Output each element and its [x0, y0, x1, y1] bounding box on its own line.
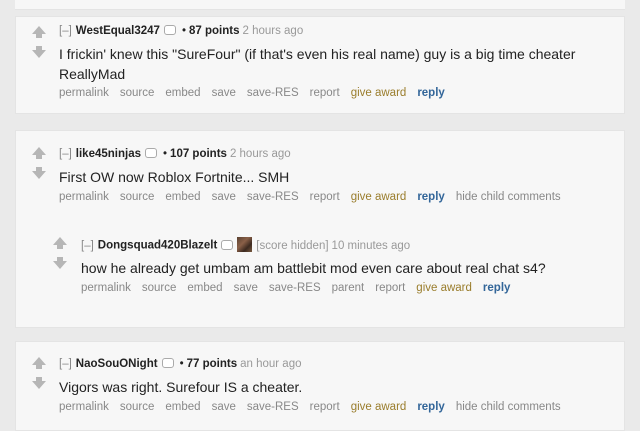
reply-link[interactable]: reply: [417, 191, 445, 203]
chat-bubble-icon[interactable]: [161, 357, 174, 368]
give-award-link[interactable]: give award: [351, 401, 407, 413]
chat-bubble-icon[interactable]: [145, 147, 158, 158]
save-link[interactable]: save: [212, 401, 236, 413]
downvote-arrow-icon[interactable]: [53, 257, 67, 269]
reply-link[interactable]: reply: [417, 401, 445, 413]
chat-bubble-icon[interactable]: [221, 239, 234, 250]
permalink-link[interactable]: permalink: [59, 401, 109, 413]
downvote-arrow-icon[interactable]: [32, 377, 46, 389]
comment-buttons: permalink source embed save save-RES parent re…: [81, 282, 521, 294]
comment-author[interactable]: WestEqual3247: [76, 25, 160, 37]
comment-body: how he already get umbam am battlebit mo…: [81, 260, 546, 276]
source-link[interactable]: source: [120, 401, 155, 413]
comment-tagline: [–] like45ninjas • 107 points 2 hours ago: [59, 147, 291, 160]
comment-author[interactable]: like45ninjas: [76, 148, 141, 160]
comment-time: an hour ago: [240, 358, 302, 370]
previous-comment-card: [15, 0, 625, 10]
parent-link[interactable]: parent: [332, 282, 365, 294]
source-link[interactable]: source: [120, 191, 155, 203]
give-award-link[interactable]: give award: [416, 282, 472, 294]
save-link[interactable]: save: [212, 87, 236, 99]
separator-dot: •: [163, 148, 168, 160]
score-hidden: [score hidden]: [256, 239, 329, 252]
comment-time: 2 hours ago: [229, 148, 291, 160]
reply-link[interactable]: reply: [417, 87, 445, 99]
collapse-toggle[interactable]: [–]: [59, 148, 72, 160]
comment-body-line: I frickin' knew this "SureFour" (if that…: [59, 46, 576, 62]
hide-child-comments-link[interactable]: hide child comments: [456, 401, 561, 413]
report-link[interactable]: report: [310, 191, 340, 203]
comment-tagline: [–] NaoSouONight • 77 points an hour ago: [59, 357, 302, 370]
reply-link[interactable]: reply: [483, 282, 511, 294]
embed-link[interactable]: embed: [187, 282, 222, 294]
embed-link[interactable]: embed: [165, 87, 200, 99]
comment-body: I frickin' knew this "SureFour" (if that…: [59, 44, 575, 84]
permalink-link[interactable]: permalink: [81, 282, 131, 294]
user-flair-icon: [237, 237, 253, 252]
comment-score: 87 points: [189, 25, 240, 37]
embed-link[interactable]: embed: [165, 401, 200, 413]
comment-time: 2 hours ago: [242, 25, 304, 37]
permalink-link[interactable]: permalink: [59, 87, 109, 99]
comment-body: Vigors was right. Surefour IS a cheater.: [59, 379, 303, 395]
save-res-link[interactable]: save-RES: [269, 282, 321, 294]
upvote-arrow-icon[interactable]: [32, 357, 46, 369]
collapse-toggle[interactable]: [–]: [59, 358, 72, 370]
comment-body: First OW now Roblox Fortnite... SMH: [59, 169, 290, 185]
upvote-arrow-icon[interactable]: [53, 237, 67, 249]
save-link[interactable]: save: [212, 191, 236, 203]
comment-score: 107 points: [170, 148, 227, 160]
downvote-arrow-icon[interactable]: [32, 46, 46, 58]
embed-link[interactable]: embed: [165, 191, 200, 203]
give-award-link[interactable]: give award: [351, 87, 407, 99]
save-res-link[interactable]: save-RES: [247, 191, 299, 203]
save-link[interactable]: save: [234, 282, 258, 294]
comment-score: 77 points: [186, 358, 238, 370]
hide-child-comments-link[interactable]: hide child comments: [456, 191, 561, 203]
comment-tagline: [–] Dongsquad420Blazelt [score hidden] 10 m…: [81, 237, 411, 253]
comment-author[interactable]: Dongsquad420Blazelt: [98, 240, 218, 252]
comment-buttons: permalink source embed save save-RES report gi…: [59, 401, 572, 413]
save-res-link[interactable]: save-RES: [247, 401, 299, 413]
report-link[interactable]: report: [375, 282, 405, 294]
give-award-link[interactable]: give award: [351, 191, 407, 203]
save-res-link[interactable]: save-RES: [247, 87, 299, 99]
comment-body-line: ReallyMad: [59, 66, 126, 82]
comment-buttons: permalink source embed save save-RES report gi…: [59, 87, 456, 99]
collapse-toggle[interactable]: [–]: [81, 240, 94, 252]
downvote-arrow-icon[interactable]: [32, 167, 46, 179]
chat-bubble-icon[interactable]: [163, 24, 176, 35]
separator-dot: •: [179, 358, 184, 370]
comment-tagline: [–] WestEqual3247 • 87 points 2 hours ago: [59, 24, 304, 37]
report-link[interactable]: report: [310, 87, 340, 99]
comment-buttons: permalink source embed save save-RES report gi…: [59, 191, 572, 203]
report-link[interactable]: report: [310, 401, 340, 413]
separator-dot: •: [181, 25, 186, 37]
collapse-toggle[interactable]: [–]: [59, 25, 72, 37]
comment-time: 10 minutes ago: [331, 239, 411, 252]
source-link[interactable]: source: [120, 87, 155, 99]
permalink-link[interactable]: permalink: [59, 191, 109, 203]
upvote-arrow-icon[interactable]: [32, 147, 46, 159]
upvote-arrow-icon[interactable]: [32, 26, 46, 38]
comment-author[interactable]: NaoSouONight: [76, 358, 158, 370]
source-link[interactable]: source: [142, 282, 177, 294]
